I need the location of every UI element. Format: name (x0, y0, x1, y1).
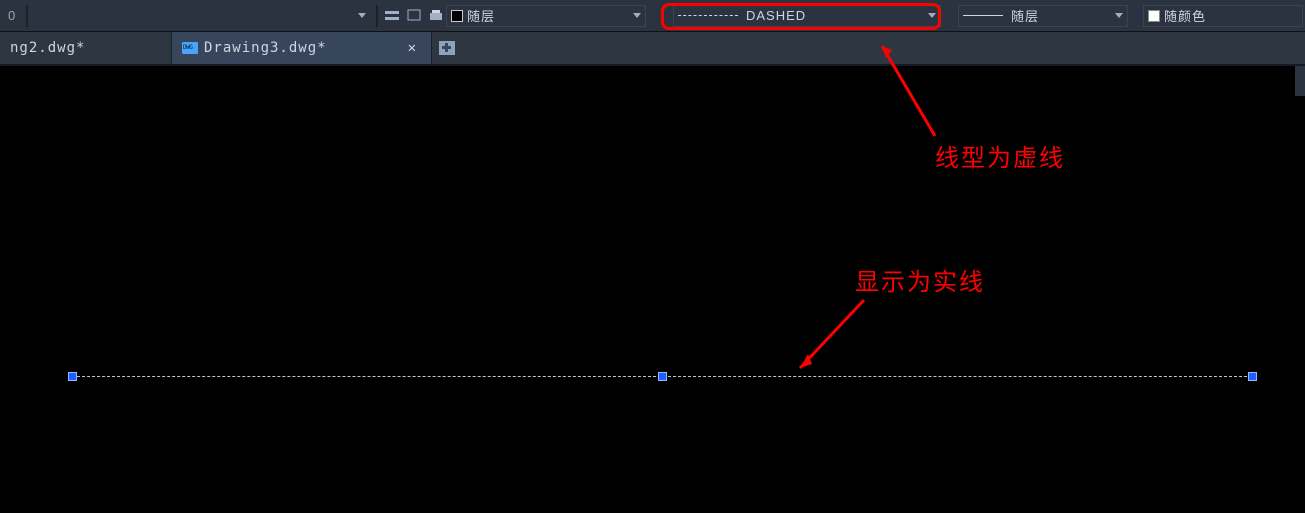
properties-toolbar: 0 随层 DASHED (0, 0, 1305, 32)
new-tab-button[interactable] (432, 32, 462, 64)
grip-mid[interactable] (658, 372, 667, 381)
divider (376, 5, 378, 27)
color-swatch-icon (451, 10, 463, 22)
lineweight-dropdown-label: 随层 (1011, 6, 1039, 25)
dash-pattern-icon (678, 15, 738, 16)
linetype-dropdown-label: DASHED (746, 8, 806, 23)
layer-icon[interactable] (404, 6, 424, 26)
tab-drawing2[interactable]: ng2.dwg* (0, 32, 172, 64)
tab-label: Drawing3.dwg* (204, 40, 327, 56)
grip-start[interactable] (68, 372, 77, 381)
number-field[interactable]: 0 (2, 8, 22, 23)
divider (26, 5, 28, 27)
solid-line-icon (963, 15, 1003, 16)
scrollbar-vertical[interactable] (1295, 66, 1305, 96)
chevron-down-icon (928, 13, 936, 18)
color-dropdown-label: 随颜色 (1164, 6, 1206, 25)
plus-icon (439, 41, 455, 55)
annotation-display-note: 显示为实线 (855, 262, 985, 297)
print-icon[interactable] (426, 6, 446, 26)
document-tab-bar: ng2.dwg* Drawing3.dwg* ✕ (0, 32, 1305, 66)
linetype-dropdown[interactable]: DASHED (673, 5, 941, 27)
toolbar-left-group: 0 (0, 5, 468, 27)
chevron-down-icon (633, 13, 641, 18)
color-dropdown[interactable]: 随颜色 (1143, 5, 1303, 27)
color-swatch-icon (1148, 10, 1160, 22)
dwg-file-icon (182, 42, 198, 54)
layer-dropdown[interactable]: 随层 (446, 5, 646, 27)
tab-drawing3[interactable]: Drawing3.dwg* ✕ (172, 32, 432, 64)
chevron-down-icon[interactable] (358, 13, 366, 18)
chevron-down-icon (1115, 13, 1123, 18)
annotation-linetype-note: 线型为虚线 (935, 138, 1065, 173)
drawing-canvas[interactable] (0, 66, 1305, 513)
close-icon[interactable]: ✕ (404, 40, 421, 56)
icon-cluster (32, 5, 468, 27)
tab-label: ng2.dwg* (10, 40, 85, 56)
layer-dropdown-label: 随层 (467, 6, 495, 25)
layer-icon[interactable] (382, 6, 402, 26)
grip-end[interactable] (1248, 372, 1257, 381)
lineweight-dropdown[interactable]: 随层 (958, 5, 1128, 27)
